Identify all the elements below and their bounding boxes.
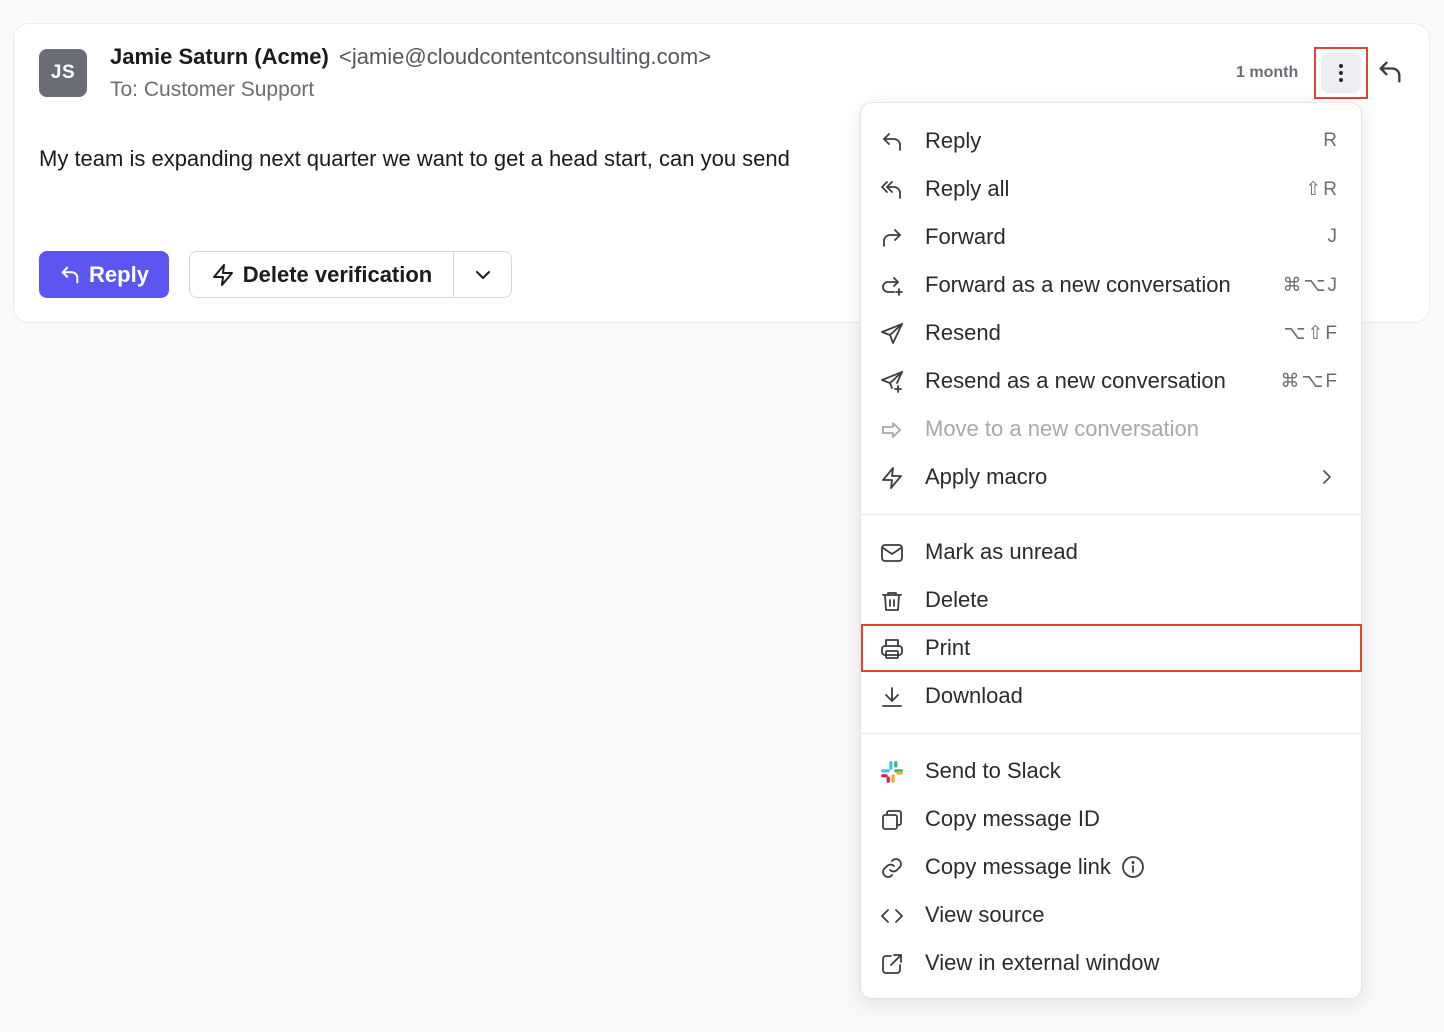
menu-item-label: Resend (925, 320, 1001, 345)
shortcut-hint: ⇧R (1305, 179, 1339, 200)
menu-item-resend[interactable]: Resend ⌥⇧F (861, 309, 1361, 357)
menu-item-label: Delete (925, 587, 989, 612)
reply-icon (61, 266, 79, 283)
quick-reply-button[interactable] (1374, 56, 1406, 88)
send-new-icon (881, 371, 903, 393)
forward-new-icon (882, 277, 903, 296)
forward-icon (883, 229, 901, 247)
menu-item-label: Move to a new conversation (925, 416, 1199, 441)
menu-item-label: Resend as a new conversation (925, 368, 1226, 393)
shortcut-hint: ⌥⇧F (1283, 323, 1339, 344)
menu-item-move-to-new-conversation: Move to a new conversation (861, 405, 1361, 453)
macro-button-group: Delete verification (189, 251, 512, 298)
lightning-icon (882, 467, 902, 489)
menu-item-view-source[interactable]: View source (861, 891, 1361, 939)
code-icon (881, 909, 903, 923)
menu-item-delete[interactable]: Delete (861, 576, 1361, 624)
menu-divider (861, 514, 1361, 515)
message-actions-menu: Reply R Reply all ⇧R Forward J Forward a… (860, 102, 1362, 999)
recipient-line: To: Customer Support (110, 78, 315, 101)
menu-item-resend-new-conversation[interactable]: Resend as a new conversation ⌘⌥F (861, 357, 1361, 405)
menu-item-label: Forward (925, 224, 1006, 249)
menu-item-label: Print (925, 635, 971, 660)
menu-item-reply-all[interactable]: Reply all ⇧R (861, 165, 1361, 213)
avatar: JS (39, 49, 87, 97)
menu-divider (861, 733, 1361, 734)
menu-item-reply[interactable]: Reply R (861, 117, 1361, 165)
reply-all-icon (881, 181, 901, 199)
slack-icon (881, 761, 903, 783)
menu-item-label: Copy message ID (925, 806, 1100, 831)
sender-line: Jamie Saturn (Acme) <jamie@cloudcontentc… (110, 44, 711, 70)
reply-button-label: Reply (89, 261, 149, 287)
link-icon (882, 858, 902, 878)
menu-item-label: Forward as a new conversation (925, 272, 1231, 297)
send-icon (881, 323, 903, 344)
menu-item-forward[interactable]: Forward J (861, 213, 1361, 261)
more-options-button[interactable] (1314, 47, 1368, 99)
submenu-indicator (1315, 465, 1339, 495)
menu-item-label: Mark as unread (925, 539, 1078, 564)
menu-item-copy-message-id[interactable]: Copy message ID (861, 795, 1361, 843)
menu-item-label: Copy message link (925, 854, 1145, 880)
chevron-down-icon (475, 270, 490, 279)
menu-item-label: Download (925, 683, 1023, 708)
menu-item-mark-unread[interactable]: Mark as unread (861, 528, 1361, 576)
shortcut-hint: ⌘⌥J (1282, 275, 1339, 296)
menu-item-view-external-window[interactable]: View in external window (861, 939, 1361, 987)
menu-item-label: Send to Slack (925, 758, 1061, 783)
menu-item-label: View in external window (925, 950, 1160, 975)
menu-item-label: Reply all (925, 176, 1010, 201)
menu-item-download[interactable]: Download (861, 672, 1361, 720)
info-icon[interactable] (1121, 855, 1145, 879)
more-vertical-icon (1339, 64, 1343, 82)
envelope-icon (881, 544, 903, 562)
reply-icon (883, 133, 901, 151)
menu-item-label: Reply (925, 128, 982, 153)
reply-button[interactable]: Reply (39, 251, 169, 298)
macro-button-label: Delete verification (242, 261, 433, 287)
chevron-right-icon (1323, 470, 1331, 484)
download-icon (882, 687, 902, 707)
sender-email: <jamie@cloudcontentconsulting.com> (338, 44, 712, 69)
lightning-icon (212, 263, 233, 286)
menu-item-copy-message-link[interactable]: Copy message link (861, 843, 1361, 891)
apply-macro-button[interactable]: Delete verification (190, 252, 453, 297)
menu-item-apply-macro[interactable]: Apply macro (861, 453, 1361, 501)
shortcut-hint: J (1327, 226, 1339, 247)
macro-dropdown-button[interactable] (453, 252, 511, 297)
sender-name: Jamie Saturn (Acme) (110, 44, 329, 69)
timestamp: 1 month (1236, 64, 1299, 81)
shortcut-hint: ⌘⌥F (1280, 371, 1339, 392)
menu-item-forward-new-conversation[interactable]: Forward as a new conversation ⌘⌥J (861, 261, 1361, 309)
copy-link-label: Copy message link (925, 854, 1111, 879)
message-body: My team is expanding next quarter we wan… (39, 146, 790, 171)
external-link-icon (882, 954, 902, 974)
reply-icon (1379, 61, 1401, 83)
menu-item-label: View source (925, 902, 1045, 927)
printer-icon (881, 639, 903, 659)
menu-item-print[interactable]: Print (861, 624, 1362, 672)
copy-icon (882, 810, 902, 830)
trash-icon (882, 592, 902, 611)
menu-item-send-to-slack[interactable]: Send to Slack (861, 747, 1361, 795)
move-arrow-icon (882, 422, 901, 438)
shortcut-hint: R (1323, 130, 1339, 151)
menu-item-label: Apply macro (925, 464, 1048, 489)
